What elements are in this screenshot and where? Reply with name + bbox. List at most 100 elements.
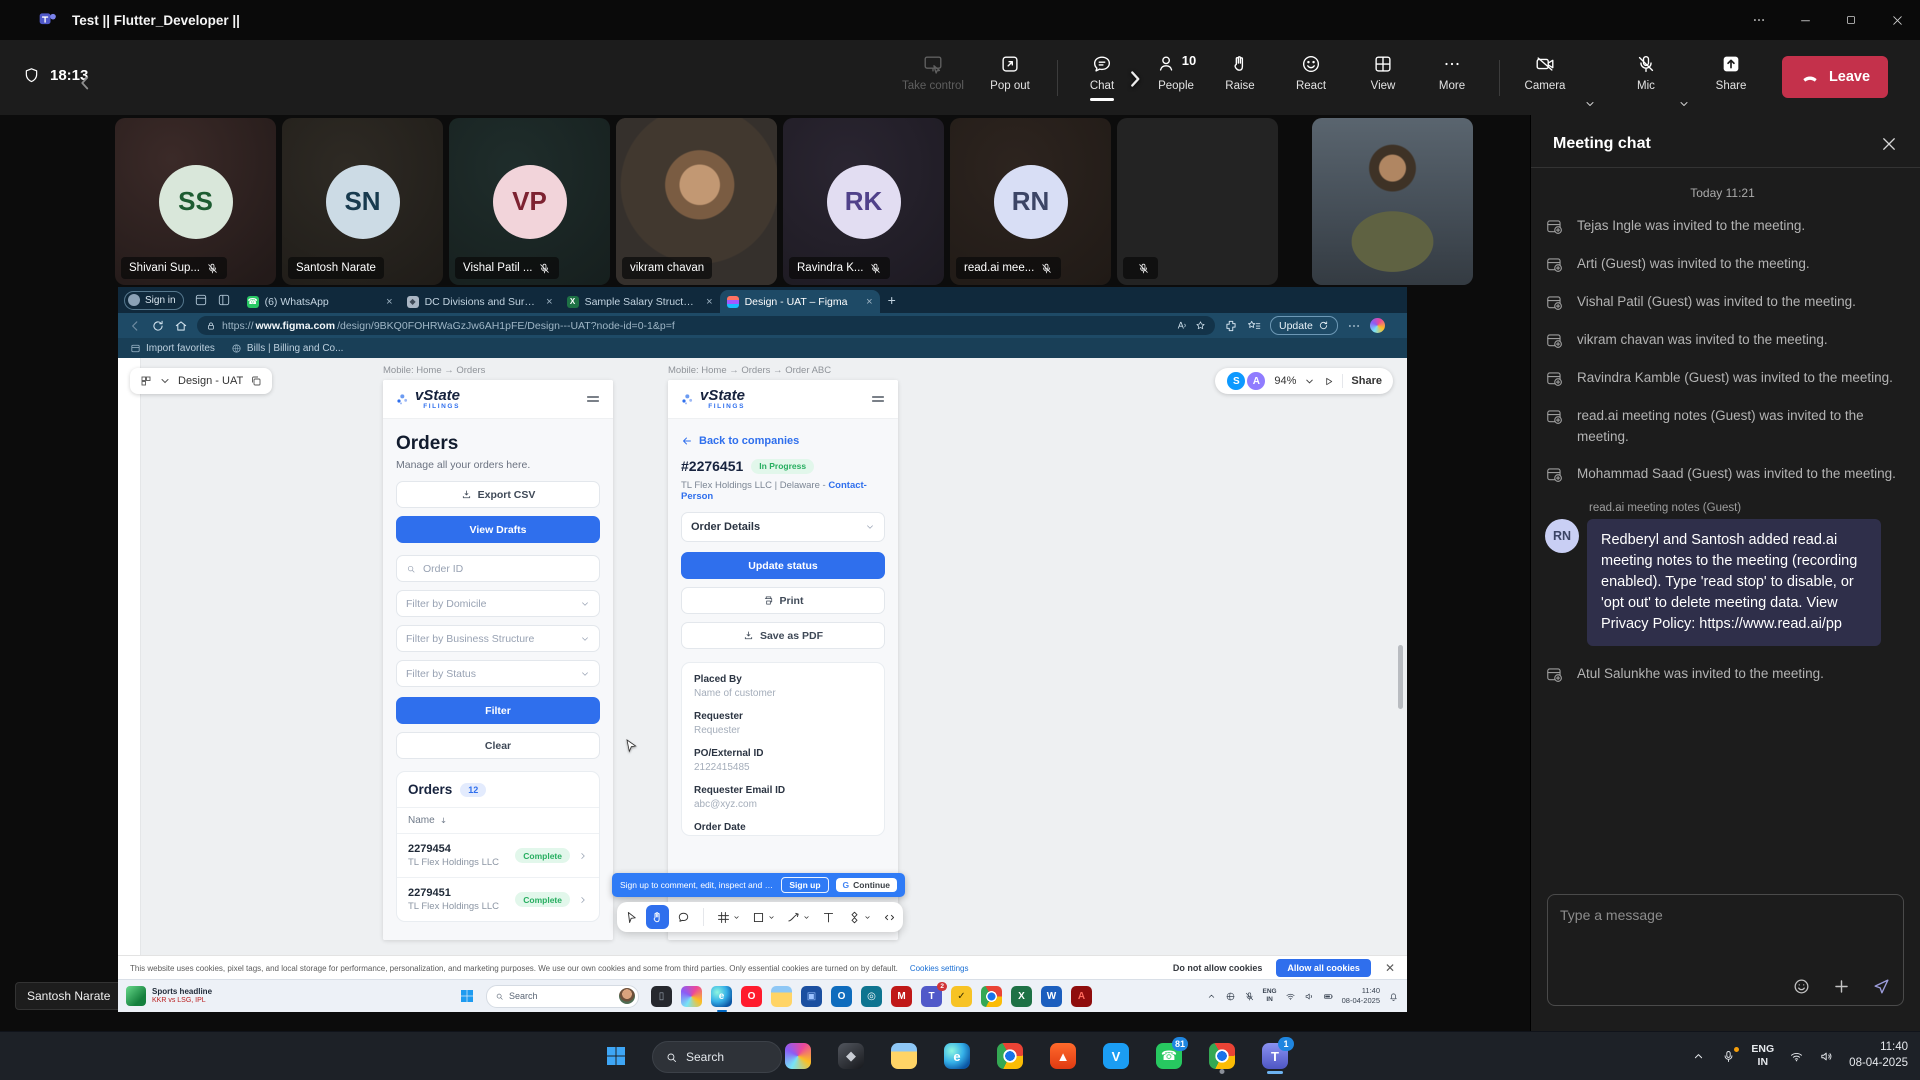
send-button[interactable] bbox=[1872, 977, 1891, 996]
camera-button[interactable]: Camera bbox=[1517, 53, 1573, 92]
taskbar-app-icon[interactable] bbox=[771, 986, 792, 1007]
leave-button[interactable]: Leave bbox=[1782, 56, 1888, 98]
cookie-settings-link[interactable]: Cookies settings bbox=[910, 964, 969, 973]
collaborator-avatar[interactable]: S bbox=[1226, 371, 1246, 391]
tab-close-icon[interactable]: × bbox=[542, 296, 552, 308]
taskbar-app-button[interactable]: V bbox=[1096, 1036, 1136, 1076]
figma-tool-button[interactable] bbox=[782, 905, 814, 929]
pop-out-button[interactable]: Pop out bbox=[978, 53, 1042, 92]
mic-muted-tray-icon[interactable] bbox=[1244, 991, 1255, 1002]
figma-tool-button[interactable] bbox=[878, 905, 901, 929]
close-chat-button[interactable] bbox=[1880, 135, 1898, 153]
read-aloud-icon[interactable] bbox=[1176, 320, 1187, 331]
taskbar-app-icon[interactable]: O bbox=[831, 986, 852, 1007]
hamburger-menu-icon[interactable] bbox=[585, 391, 601, 407]
raise-hand-button[interactable]: Raise bbox=[1208, 53, 1272, 92]
taskbar-app-icon[interactable] bbox=[981, 986, 1002, 1007]
notifications-icon[interactable] bbox=[1388, 991, 1399, 1002]
copy-frame-icon[interactable] bbox=[250, 375, 262, 387]
figma-tool-button[interactable] bbox=[646, 905, 669, 929]
maximize-button[interactable] bbox=[1828, 0, 1874, 40]
figma-tool-button[interactable] bbox=[620, 905, 643, 929]
zoom-level[interactable]: 94% bbox=[1274, 375, 1296, 387]
participants-scroll-left-button[interactable] bbox=[74, 72, 96, 94]
mic-button[interactable]: Mic bbox=[1622, 53, 1670, 92]
taskbar-app-icon[interactable]: ▣ bbox=[801, 986, 822, 1007]
participants-scroll-right-button[interactable] bbox=[1122, 66, 1148, 92]
minimize-button[interactable] bbox=[1782, 0, 1828, 40]
taskbar-app-icon[interactable]: ▯ bbox=[651, 986, 672, 1007]
save-as-pdf-button[interactable]: Save as PDF bbox=[681, 622, 885, 649]
taskbar-app-icon[interactable]: O bbox=[741, 986, 762, 1007]
search-box[interactable]: Search bbox=[486, 985, 639, 1008]
wifi-icon[interactable] bbox=[1285, 991, 1296, 1002]
view-drafts-button[interactable]: View Drafts bbox=[396, 516, 600, 543]
print-button[interactable]: Print bbox=[681, 587, 885, 614]
export-csv-button[interactable]: Export CSV bbox=[396, 481, 600, 508]
present-play-icon[interactable] bbox=[1323, 376, 1334, 387]
figma-share-button[interactable]: Share bbox=[1351, 375, 1382, 387]
back-button[interactable] bbox=[128, 319, 142, 333]
participant-tile[interactable]: SS Shivani Sup... bbox=[115, 118, 276, 285]
widgets-button[interactable]: Sports headline KKR vs LSG, IPL bbox=[118, 986, 288, 1006]
taskbar-app-icon[interactable]: X bbox=[1011, 986, 1032, 1007]
collaborator-avatar[interactable]: A bbox=[1246, 371, 1266, 391]
participant-tile[interactable] bbox=[1117, 118, 1278, 285]
tab-close-icon[interactable]: × bbox=[702, 296, 712, 308]
extensions-icon[interactable] bbox=[1224, 319, 1238, 333]
titlebar-more-button[interactable] bbox=[1736, 0, 1782, 40]
import-favorites-button[interactable]: Import favorites bbox=[130, 343, 215, 354]
url-field[interactable]: https://www.figma.com/design/9BKQ0FOHRWa… bbox=[197, 316, 1215, 335]
more-button[interactable]: More bbox=[1420, 53, 1484, 92]
filter-select[interactable]: Filter by Domicile bbox=[396, 590, 600, 617]
copilot-icon[interactable] bbox=[1370, 318, 1385, 333]
allow-cookies-button[interactable]: Allow all cookies bbox=[1276, 959, 1371, 977]
taskbar-app-icon[interactable]: ✓ bbox=[951, 986, 972, 1007]
view-button[interactable]: View bbox=[1351, 53, 1415, 92]
new-tab-button[interactable]: + bbox=[888, 292, 896, 308]
taskbar-app-button[interactable]: T 1 bbox=[1255, 1036, 1295, 1076]
deny-cookies-button[interactable]: Do not allow cookies bbox=[1173, 963, 1263, 973]
start-button[interactable] bbox=[456, 985, 478, 1007]
react-button[interactable]: React bbox=[1279, 53, 1343, 92]
figma-tool-button[interactable] bbox=[712, 905, 744, 929]
clock[interactable]: 11:4008-04-2025 bbox=[1849, 1040, 1908, 1071]
browser-tab[interactable]: ☎ (6) WhatsApp × bbox=[240, 290, 400, 313]
favorite-star-icon[interactable] bbox=[1195, 320, 1206, 331]
mic-options-chevron[interactable] bbox=[1678, 98, 1690, 110]
taskbar-app-button[interactable]: e bbox=[937, 1036, 977, 1076]
taskbar-app-icon[interactable]: e bbox=[711, 986, 732, 1007]
language-indicator[interactable]: ENGIN bbox=[1751, 1043, 1774, 1069]
design-frame-order-detail[interactable]: vStateFILINGS Back to companies #2276451… bbox=[668, 380, 898, 940]
favorites-bar-icon[interactable] bbox=[1247, 319, 1261, 333]
update-status-button[interactable]: Update status bbox=[681, 552, 885, 579]
language-indicator[interactable]: ENGIN bbox=[1263, 988, 1277, 1005]
taskbar-search[interactable]: Search bbox=[652, 1041, 782, 1073]
taskbar-app-button[interactable]: ▲ bbox=[1043, 1036, 1083, 1076]
home-button[interactable] bbox=[174, 319, 188, 333]
chevron-down-icon[interactable] bbox=[1304, 376, 1315, 387]
share-button[interactable]: Share bbox=[1703, 53, 1759, 92]
google-continue-button[interactable]: G Continue bbox=[836, 878, 897, 892]
browser-update-button[interactable]: Update bbox=[1270, 316, 1338, 335]
frame-breadcrumb[interactable]: Mobile: Home → Orders → Order ABC bbox=[668, 365, 831, 376]
participant-tile[interactable]: vikram chavan bbox=[616, 118, 777, 285]
participant-tile[interactable]: RN read.ai mee... bbox=[950, 118, 1111, 285]
people-button[interactable]: 10 People bbox=[1140, 53, 1212, 92]
back-to-companies-link[interactable]: Back to companies bbox=[681, 435, 885, 447]
browser-signin-button[interactable]: Sign in bbox=[124, 291, 184, 310]
tray-chevron-up-icon[interactable] bbox=[1691, 1049, 1706, 1064]
frame-breadcrumb[interactable]: Mobile: Home → Orders bbox=[383, 365, 485, 376]
taskbar-app-icon[interactable] bbox=[681, 986, 702, 1007]
battery-icon[interactable] bbox=[1323, 991, 1334, 1002]
figma-tool-button[interactable] bbox=[747, 905, 779, 929]
chat-compose-box[interactable]: Type a message bbox=[1547, 894, 1904, 1006]
design-frame-orders[interactable]: vStateFILINGS Orders Manage all your ord… bbox=[383, 380, 613, 940]
taskbar-app-icon[interactable]: M bbox=[891, 986, 912, 1007]
canvas-scrollbar[interactable] bbox=[1398, 645, 1403, 709]
take-control-button[interactable]: Take control bbox=[901, 53, 965, 92]
taskbar-app-icon[interactable]: W bbox=[1041, 986, 1062, 1007]
start-button[interactable] bbox=[604, 1044, 628, 1068]
figma-document-chip[interactable]: Design - UAT bbox=[130, 368, 272, 394]
hamburger-menu-icon[interactable] bbox=[870, 391, 886, 407]
